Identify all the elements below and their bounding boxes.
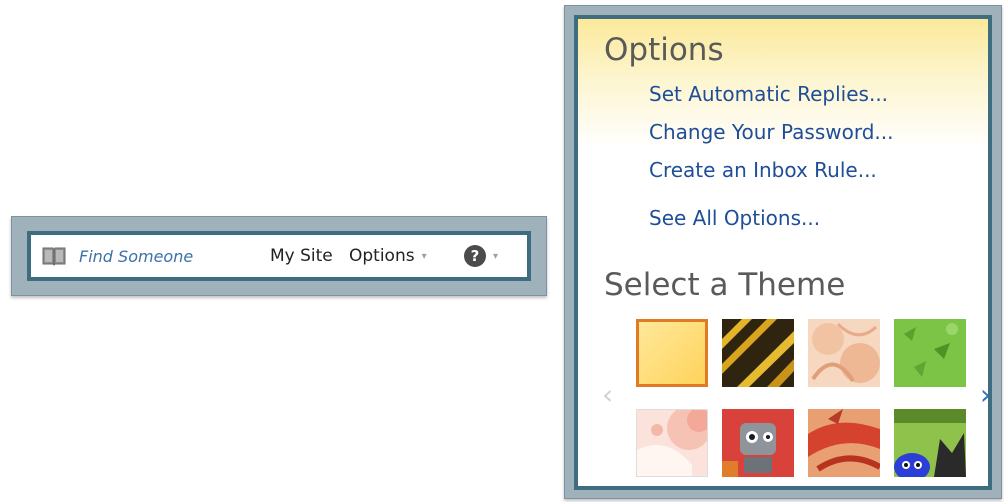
address-book-icon — [41, 245, 67, 267]
select-theme-heading: Select a Theme — [604, 267, 846, 303]
theme-robot[interactable] — [722, 409, 794, 477]
theme-pink-circles[interactable] — [636, 409, 708, 477]
top-navigation-bar: Find Someone My Site Options ▾ ? ▾ — [27, 231, 531, 281]
chevron-down-icon: ▾ — [493, 250, 499, 262]
my-site-link[interactable]: My Site — [270, 246, 333, 266]
find-someone-label: Find Someone — [79, 246, 194, 266]
theme-yellow[interactable] — [636, 319, 708, 387]
chevron-right-icon[interactable]: › — [980, 381, 991, 409]
theme-cat[interactable] — [894, 409, 966, 477]
set-automatic-replies-link[interactable]: Set Automatic Replies... — [649, 82, 888, 106]
options-menu-button[interactable]: Options ▾ — [349, 246, 427, 266]
options-heading: Options — [604, 32, 724, 68]
toolbar-callout: Find Someone My Site Options ▾ ? ▾ — [11, 216, 547, 296]
theme-red-dragon[interactable] — [808, 409, 880, 477]
theme-black-yellow[interactable] — [722, 319, 794, 387]
help-menu-button[interactable]: ? ▾ — [464, 245, 498, 267]
change-password-link[interactable]: Change Your Password... — [649, 120, 893, 144]
chevron-left-icon[interactable]: ‹ — [602, 381, 613, 409]
find-someone-link[interactable]: Find Someone — [41, 245, 193, 267]
options-panel-callout: Options Set Automatic Replies... Change … — [564, 5, 1002, 499]
see-all-options-link[interactable]: See All Options... — [649, 206, 820, 230]
options-label: Options — [349, 246, 415, 266]
chevron-down-icon: ▾ — [421, 250, 427, 262]
options-dropdown-panel: Options Set Automatic Replies... Change … — [574, 15, 992, 490]
theme-green[interactable] — [894, 319, 966, 387]
theme-peach-pattern[interactable] — [808, 319, 880, 387]
help-icon: ? — [464, 245, 486, 267]
create-inbox-rule-link[interactable]: Create an Inbox Rule... — [649, 158, 877, 182]
